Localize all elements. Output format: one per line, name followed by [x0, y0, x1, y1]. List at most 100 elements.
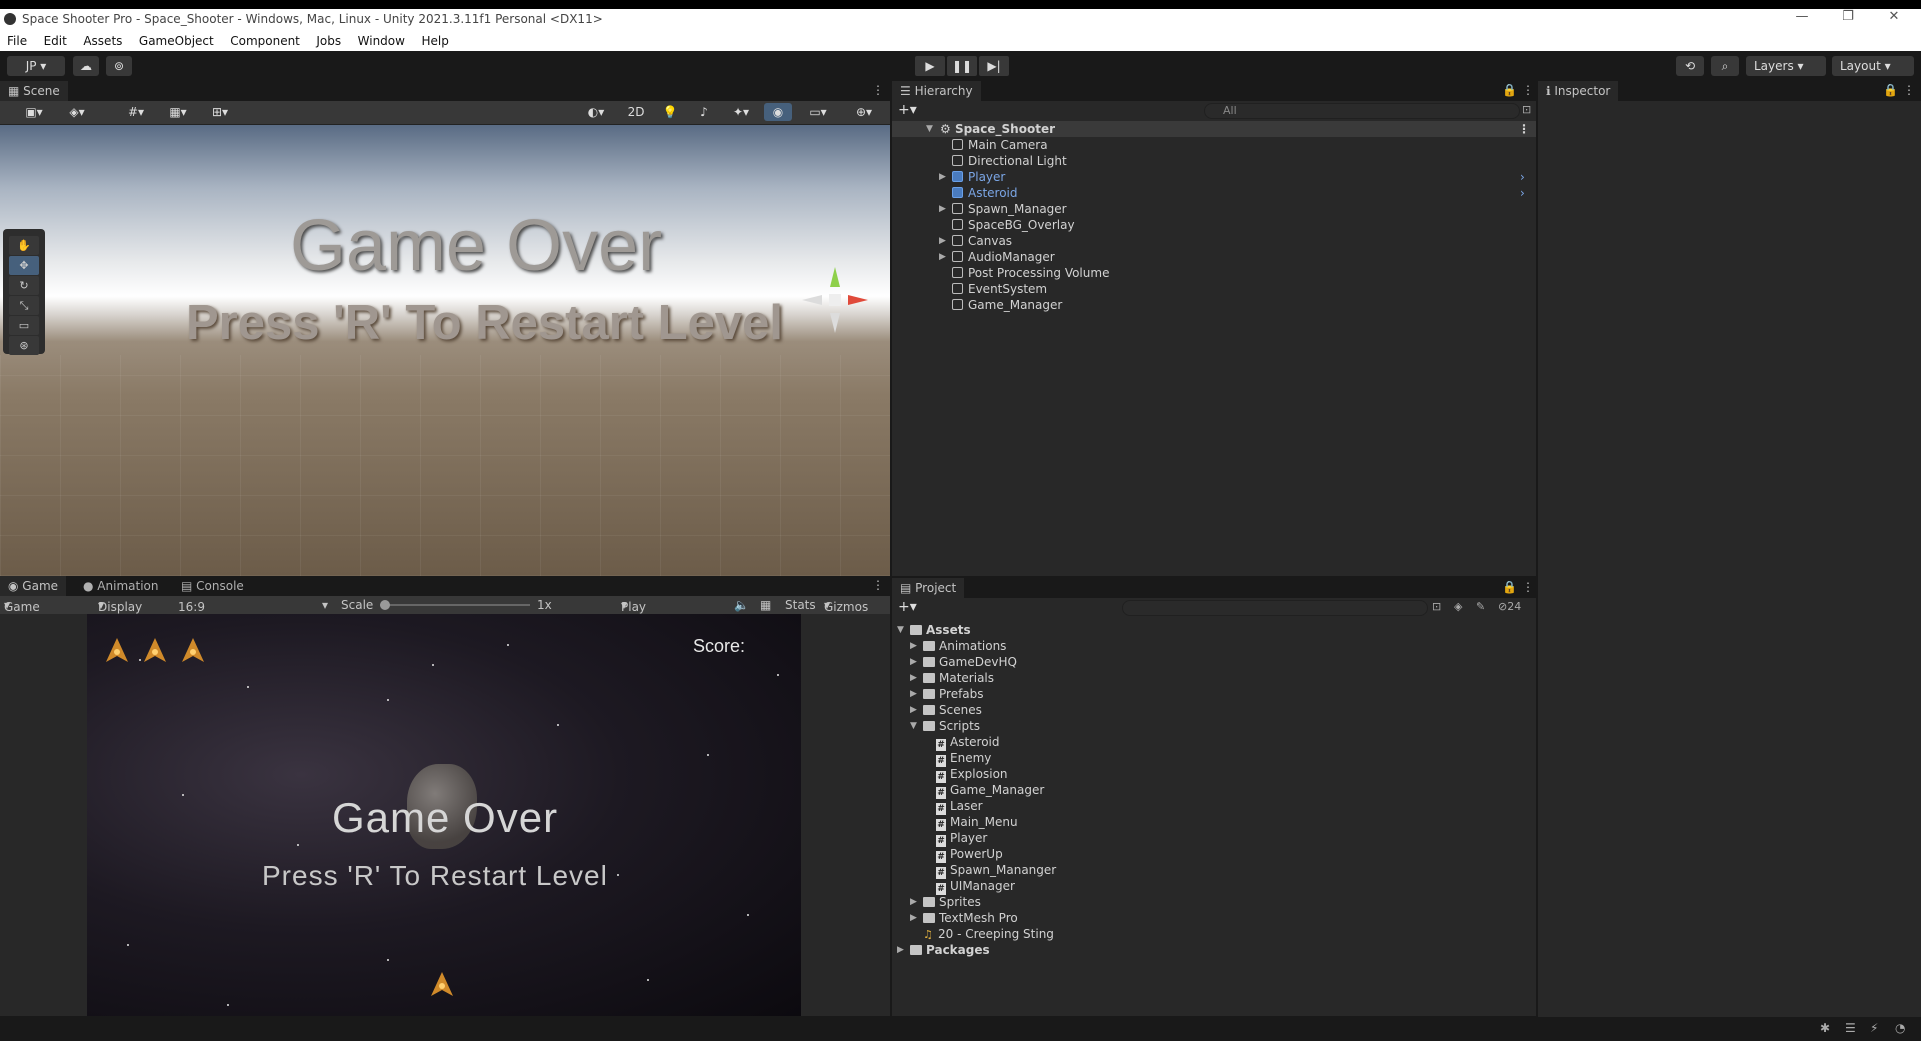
collab-icon[interactable]: ⊚ — [106, 56, 132, 76]
menu-edit[interactable]: Edit — [37, 31, 73, 48]
project-search-input[interactable] — [1122, 600, 1428, 616]
gizmos-dropdown[interactable]: Gizmos ▾ — [824, 598, 868, 614]
cache-icon[interactable]: ☰ — [1845, 1021, 1856, 1035]
layout-dropdown[interactable]: Layout ▾ — [1832, 56, 1914, 76]
play-focused-dropdown[interactable]: Play Focused ▾ — [621, 598, 670, 628]
background-tasks-icon[interactable]: ◔ — [1895, 1021, 1905, 1035]
restore-button[interactable]: ❐ — [1826, 9, 1870, 29]
hierarchy-item[interactable]: SpaceBG_Overlay — [892, 217, 1536, 233]
hierarchy-item[interactable]: Directional Light — [892, 153, 1536, 169]
hierarchy-item[interactable]: ▶ Player › — [892, 169, 1536, 185]
folder-item[interactable]: ▶ Packages — [892, 942, 1536, 958]
prefab-open-chevron-icon[interactable]: › — [1520, 169, 1525, 185]
camera-icon[interactable]: ▭▾ — [798, 103, 838, 121]
folder-item[interactable]: ▶ Prefabs — [892, 686, 1536, 702]
pause-button[interactable]: ❚❚ — [947, 56, 977, 76]
minimize-button[interactable]: — — [1780, 9, 1824, 29]
menu-window[interactable]: Window — [351, 31, 411, 48]
favorites-icon[interactable]: ✎ — [1476, 600, 1485, 613]
folder-item[interactable]: ▼ Assets — [892, 622, 1536, 638]
tab-console[interactable]: ▤ Console — [173, 576, 252, 596]
scale-tool-icon[interactable]: ⤡ — [9, 296, 39, 315]
expand-arrow-icon[interactable]: ▶ — [939, 233, 946, 249]
lighting-status-icon[interactable]: ⚡ — [1870, 1021, 1878, 1035]
hierarchy-item[interactable]: Post Processing Volume — [892, 265, 1536, 281]
draw-mode-icon[interactable]: ▣▾ — [18, 103, 50, 121]
search-filter-icon[interactable]: ⊡ — [1522, 103, 1531, 116]
expand-arrow-icon[interactable]: ▶ — [910, 686, 917, 702]
script-asset[interactable]: # Enemy — [892, 750, 1536, 767]
script-asset[interactable]: # Explosion — [892, 766, 1536, 783]
tab-hierarchy[interactable]: ☰ Hierarchy — [892, 81, 981, 101]
inspector-menu-icon[interactable]: ⋮ — [1903, 83, 1915, 97]
project-create-icon[interactable]: +▾ — [898, 599, 917, 615]
close-button[interactable]: ✕ — [1872, 9, 1916, 29]
create-add-icon[interactable]: +▾ — [898, 102, 917, 118]
audio-asset[interactable]: ♫ 20 - Creeping Sting — [892, 926, 1536, 942]
gizmos-icon[interactable]: ⊕▾ — [844, 103, 884, 121]
keyboard-shortcuts-icon[interactable]: ▦ — [760, 598, 771, 612]
prefab-open-chevron-icon[interactable]: › — [1520, 185, 1525, 201]
expand-arrow-icon[interactable]: ▶ — [910, 638, 917, 654]
play-button[interactable]: ▶ — [915, 56, 945, 76]
script-asset[interactable]: # PowerUp — [892, 846, 1536, 863]
scale-slider-handle[interactable] — [380, 600, 390, 610]
layers-dropdown[interactable]: Layers ▾ — [1746, 56, 1826, 76]
expand-arrow-icon[interactable]: ▶ — [939, 169, 946, 185]
script-asset[interactable]: # Asteroid — [892, 734, 1536, 751]
increment-snap-icon[interactable]: ⊞▾ — [202, 103, 238, 121]
orientation-gizmo[interactable] — [800, 265, 870, 335]
tab-inspector[interactable]: ℹ Inspector — [1538, 81, 1619, 101]
expand-arrow-icon[interactable]: ▶ — [897, 942, 904, 958]
folder-item[interactable]: ▶ Animations — [892, 638, 1536, 654]
menu-assets[interactable]: Assets — [76, 31, 128, 48]
tab-game[interactable]: ◉ Game — [0, 576, 67, 596]
move-tool-icon[interactable]: ✥ — [9, 256, 39, 275]
grid-icon[interactable]: ▦▾ — [160, 103, 196, 121]
stats-button[interactable]: Stats — [785, 598, 816, 612]
transform-tool-icon[interactable]: ⊛ — [9, 336, 39, 355]
rect-tool-icon[interactable]: ▭ — [9, 316, 39, 335]
effects-icon[interactable]: ✦▾ — [724, 103, 758, 121]
audio-toggle-icon[interactable]: ♪ — [690, 103, 718, 121]
project-menu-icon[interactable]: ⋮ — [1522, 580, 1534, 594]
game-menu-icon[interactable]: ⋮ — [872, 578, 884, 592]
scene-menu-icon[interactable]: ⋮ — [872, 83, 884, 97]
hierarchy-search-input[interactable]: All — [1204, 103, 1520, 119]
step-button[interactable]: ▶| — [979, 56, 1009, 76]
grid-snap-icon[interactable]: #▾ — [118, 103, 154, 121]
search-by-type-icon[interactable]: ⊡ — [1432, 600, 1441, 613]
expand-arrow-icon[interactable]: ▼ — [897, 622, 904, 638]
script-asset[interactable]: # UIManager — [892, 878, 1536, 895]
inspector-lock-icon[interactable]: 🔒 — [1883, 83, 1898, 97]
account-dropdown[interactable]: JP ▾ — [7, 56, 65, 76]
expand-arrow-icon[interactable]: ▶ — [910, 910, 917, 926]
menu-jobs[interactable]: Jobs — [309, 31, 347, 48]
project-lock-icon[interactable]: 🔒 — [1502, 580, 1517, 594]
2d-toggle[interactable]: 2D — [622, 103, 650, 121]
expand-arrow-icon[interactable]: ▼ — [910, 718, 917, 734]
scene-viewport[interactable]: Game Over Press 'R' To Restart Level — [0, 125, 890, 576]
display-dropdown[interactable]: Display 1 ▾ — [98, 598, 142, 628]
hierarchy-item[interactable]: ▶ AudioManager — [892, 249, 1536, 265]
script-asset[interactable]: # Spawn_Mananger — [892, 862, 1536, 879]
hierarchy-item[interactable]: Asteroid › — [892, 185, 1536, 201]
expand-arrow-icon[interactable]: ▶ — [939, 249, 946, 265]
expand-arrow-icon[interactable]: ▶ — [910, 894, 917, 910]
mute-audio-icon[interactable]: 🔈 — [734, 598, 749, 612]
folder-item[interactable]: ▶ TextMesh Pro — [892, 910, 1536, 926]
aspect-chevron-icon[interactable]: ▾ — [322, 598, 328, 612]
shading-icon[interactable]: ◐▾ — [578, 103, 614, 121]
visibility-icon[interactable]: ◉ — [764, 103, 792, 121]
scene-root-menu-icon[interactable]: ⋮ — [1518, 121, 1530, 137]
hand-tool-icon[interactable]: ✋ — [9, 236, 39, 255]
expand-arrow-icon[interactable]: ▶ — [910, 702, 917, 718]
menu-gameobject[interactable]: GameObject — [132, 31, 220, 48]
hierarchy-item[interactable]: Main Camera — [892, 137, 1536, 153]
expand-arrow-icon[interactable]: ▼ — [926, 121, 933, 137]
rotate-tool-icon[interactable]: ↻ — [9, 276, 39, 295]
scene-root-row[interactable]: ▼ ⚙ Space_Shooter ⋮ — [892, 121, 1536, 137]
game-viewport[interactable]: Score: Game Over Press 'R' To Restart Le… — [87, 614, 801, 1016]
script-asset[interactable]: # Laser — [892, 798, 1536, 815]
folder-item[interactable]: ▶ Sprites — [892, 894, 1536, 910]
